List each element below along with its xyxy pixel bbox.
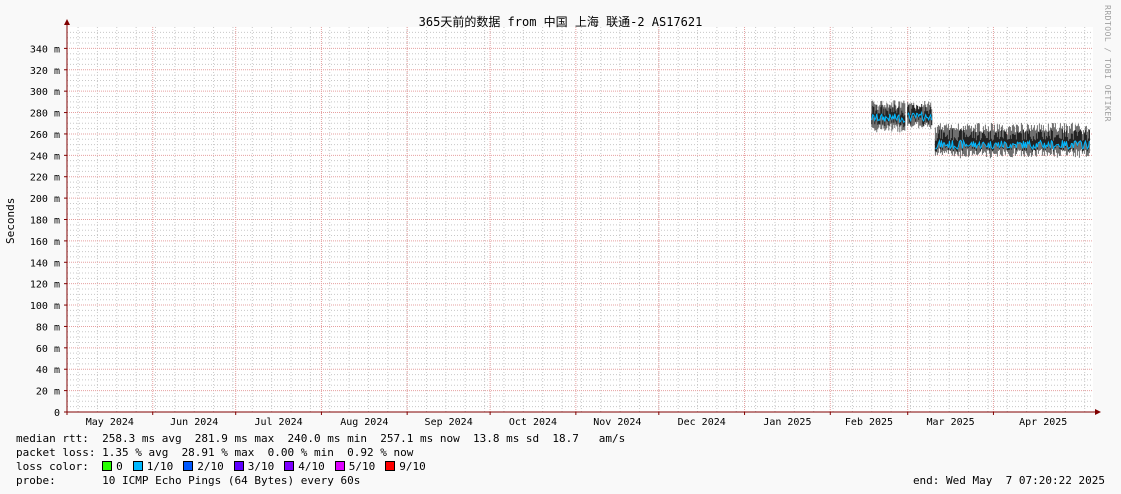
x-axis-arrow <box>1095 409 1101 415</box>
x-tick-label: Apr 2025 <box>1019 417 1067 428</box>
y-tick-label: 320 m <box>30 66 60 77</box>
x-tick-label: Jul 2024 <box>254 417 302 428</box>
loss-color-item: 0 <box>102 460 123 473</box>
loss-color-legend: loss color: 0 1/10 2/10 3/10 4/10 5/10 9/10 <box>16 460 436 473</box>
loss-color-swatch <box>102 461 113 471</box>
loss-color-swatch <box>385 461 396 471</box>
loss-color-item: 4/10 <box>284 460 325 473</box>
y-tick-label: 60 m <box>36 344 60 355</box>
y-tick-label: 120 m <box>30 280 60 291</box>
loss-color-items: 0 1/10 2/10 3/10 4/10 5/10 9/10 <box>102 460 436 473</box>
y-tick-label: 260 m <box>30 130 60 141</box>
loss-color-swatch <box>183 461 194 471</box>
y-tick-label: 280 m <box>30 109 60 120</box>
y-tick-label: 80 m <box>36 322 60 333</box>
loss-color-swatch <box>132 461 143 471</box>
loss-color-value: 4/10 <box>298 460 325 473</box>
x-tick-label: Sep 2024 <box>425 417 473 428</box>
chart-canvas: 0 20 m 40 m 60 m 80 m 100 m 120 m 140 m 160 m 180… <box>30 19 1101 428</box>
x-tick-label: Feb 2025 <box>845 417 893 428</box>
x-tick-label: Nov 2024 <box>593 417 641 428</box>
y-tick-label: 240 m <box>30 151 60 162</box>
y-tick-label: 40 m <box>36 365 60 376</box>
x-tick-label: Oct 2024 <box>509 417 557 428</box>
loss-color-value: 3/10 <box>247 460 275 473</box>
loss-color-value: 0 <box>116 460 123 473</box>
y-tick-label: 340 m <box>30 44 60 55</box>
loss-color-value: 2/10 <box>197 460 224 473</box>
y-tick-label: 140 m <box>30 258 60 269</box>
probe-info: probe: 10 ICMP Echo Pings (64 Bytes) eve… <box>16 474 361 487</box>
x-tick-label: May 2024 <box>86 417 134 428</box>
loss-stats: packet loss: 1.35 % avg 28.91 % max 0.00… <box>16 446 414 459</box>
y-tick-label: 0 <box>54 408 60 419</box>
y-tick-label: 300 m <box>30 87 60 98</box>
x-tick-label: Mar 2025 <box>926 417 974 428</box>
loss-color-value: 1/10 <box>146 460 174 473</box>
loss-color-value: 5/10 <box>348 460 376 473</box>
loss-color-item: 9/10 <box>385 460 426 473</box>
loss-color-swatch <box>334 461 345 471</box>
y-tick-label: 20 m <box>36 387 60 398</box>
loss-color-item: 2/10 <box>183 460 224 473</box>
y-axis-label: Seconds <box>4 197 17 244</box>
x-tick-label: Jan 2025 <box>763 417 811 428</box>
y-tick-label: 160 m <box>30 237 60 248</box>
y-tick-label: 220 m <box>30 173 60 184</box>
x-tick-label: Aug 2024 <box>340 417 388 428</box>
loss-color-value: 9/10 <box>399 460 426 473</box>
rrdtool-watermark: RRDTOOL / TOBI OETIKER <box>1103 5 1112 122</box>
rtt-stats: median rtt: 258.3 ms avg 281.9 ms max 24… <box>16 432 626 445</box>
loss-color-swatch <box>284 461 295 471</box>
loss-color-label: loss color: <box>16 460 89 473</box>
y-tick-label: 180 m <box>30 216 60 227</box>
loss-color-item: 5/10 <box>334 460 376 473</box>
y-tick-label: 200 m <box>30 194 60 205</box>
end-time: end: Wed May 7 07:20:22 2025 <box>912 474 1105 487</box>
loss-color-item: 3/10 <box>233 460 275 473</box>
chart-title: 365天前的数据 from 中国 上海 联通-2 AS17621 <box>418 15 703 29</box>
x-tick-label: Jun 2024 <box>170 417 218 428</box>
loss-color-item: 1/10 <box>132 460 174 473</box>
loss-color-swatch <box>233 461 244 471</box>
y-tick-label: 100 m <box>30 301 60 312</box>
x-tick-label: Dec 2024 <box>678 417 726 428</box>
